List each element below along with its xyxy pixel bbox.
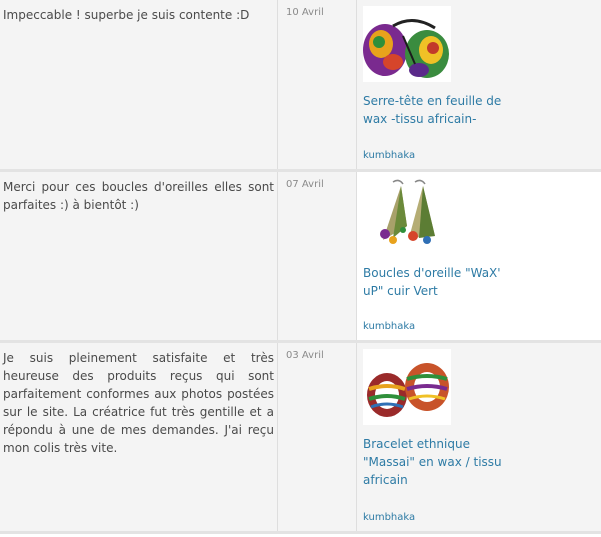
review-comment: Merci pour ces boucles d'oreilles elles … [0, 172, 277, 340]
product-cell: Boucles d'oreille "WaX' uP" cuir Vert ku… [356, 172, 601, 340]
review-date: 07 Avril [277, 172, 356, 340]
review-comment: Je suis pleinement satisfaite et très he… [0, 343, 277, 531]
shop-link[interactable]: kumbhaka [363, 512, 415, 523]
review-date: 03 Avril [277, 343, 356, 531]
product-link[interactable]: Serre-tête en feuille de wax -tissu afri… [363, 92, 503, 128]
headband-image[interactable] [363, 6, 451, 82]
bracelet-image[interactable] [363, 349, 451, 425]
review-comment: Impeccable ! superbe je suis contente :D [0, 0, 277, 169]
product-cell: Bracelet ethnique "Massai" en wax / tiss… [356, 343, 601, 531]
review-row: Merci pour ces boucles d'oreilles elles … [0, 172, 601, 343]
product-cell: Serre-tête en feuille de wax -tissu afri… [356, 0, 601, 169]
shop-link[interactable]: kumbhaka [363, 150, 415, 161]
review-row: Impeccable ! superbe je suis contente :D… [0, 0, 601, 172]
earrings-image[interactable] [363, 178, 451, 254]
product-link[interactable]: Boucles d'oreille "WaX' uP" cuir Vert [363, 264, 503, 300]
shop-link[interactable]: kumbhaka [363, 321, 415, 332]
review-row: Je suis pleinement satisfaite et très he… [0, 343, 601, 534]
reviews-table: Impeccable ! superbe je suis contente :D… [0, 0, 601, 534]
product-link[interactable]: Bracelet ethnique "Massai" en wax / tiss… [363, 435, 503, 489]
review-date: 10 Avril [277, 0, 356, 169]
